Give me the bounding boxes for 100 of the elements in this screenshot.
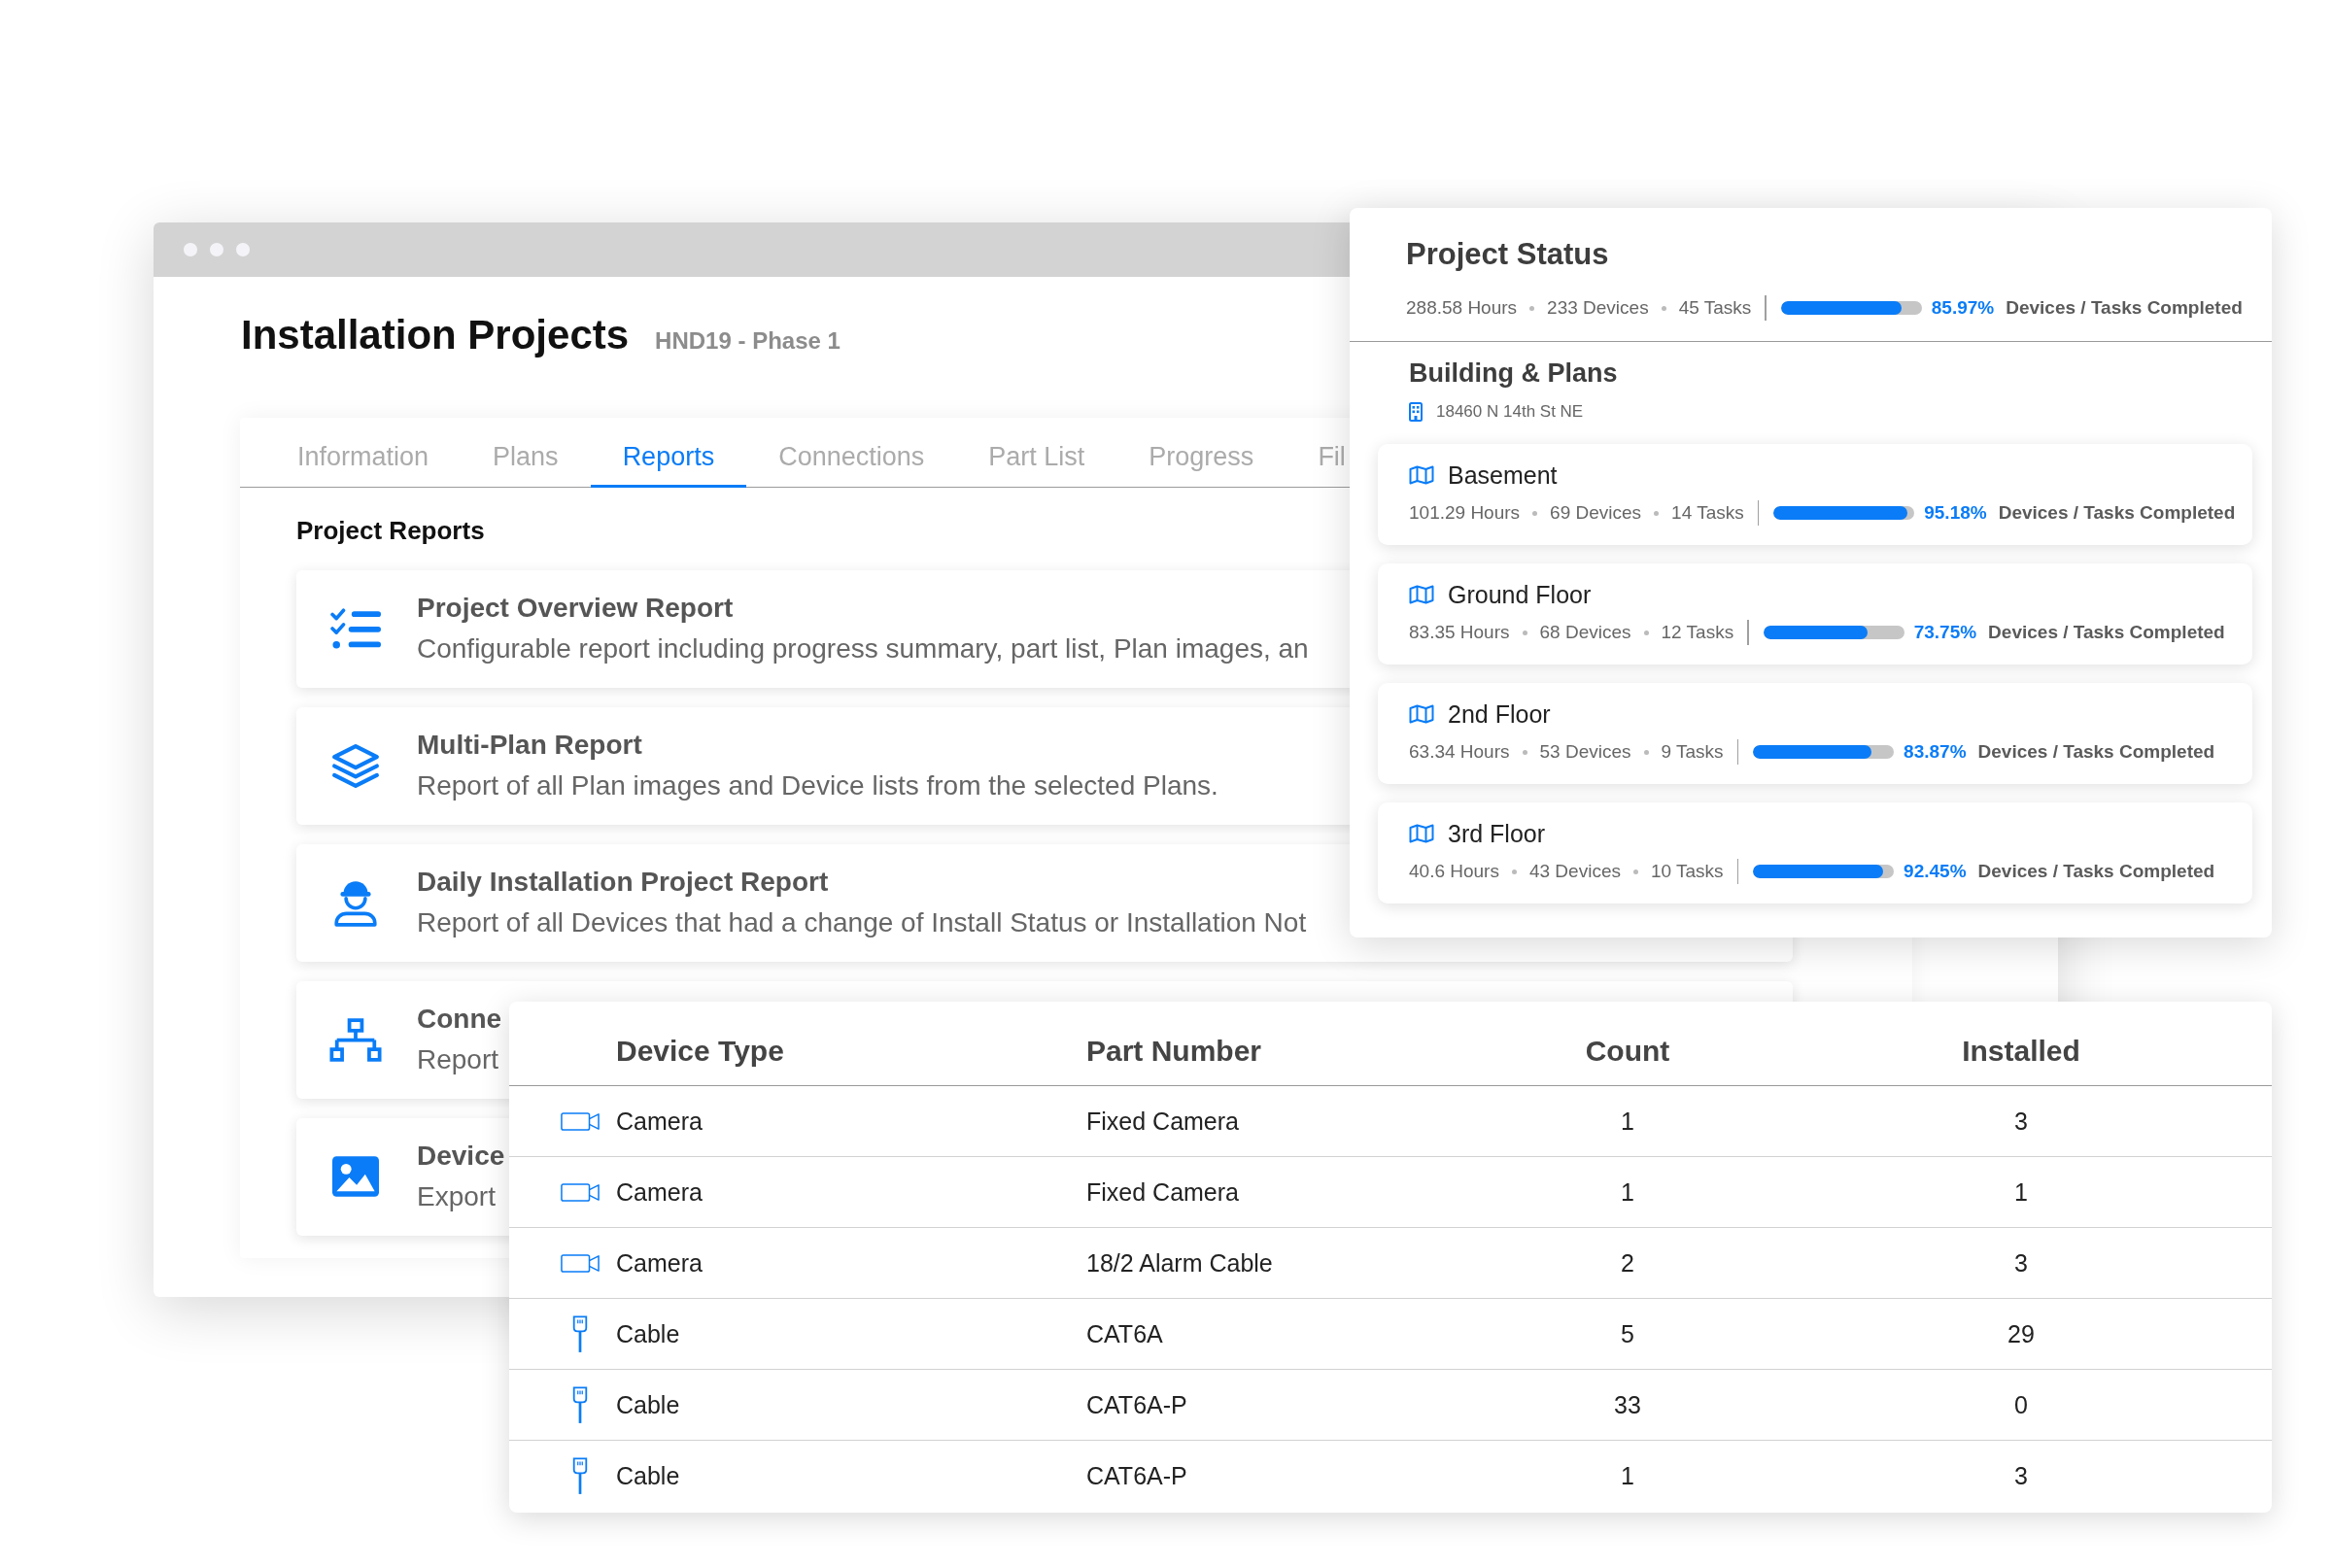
percent-complete: 73.75% (1913, 621, 1977, 644)
map-icon (1409, 585, 1434, 604)
table-cell-text: 3 (2013, 1461, 2029, 1490)
completion-label: Devices / Tasks Completed (1977, 860, 2215, 883)
table-cell-text: 33 (1613, 1390, 1642, 1419)
report-description: Report (417, 1042, 499, 1076)
report-title: Multi-Plan Report (417, 728, 642, 762)
window-control-icon[interactable] (184, 243, 197, 256)
video-camera-icon (561, 1252, 600, 1274)
tasks-stat: 10 Tasks (1650, 860, 1724, 883)
percent-complete: 83.87% (1904, 740, 1967, 764)
devices-stat: 68 Devices (1539, 621, 1631, 644)
tasks-stat: 14 Tasks (1671, 501, 1744, 525)
map-icon (1409, 704, 1434, 724)
tab[interactable]: Part List (956, 418, 1117, 488)
table-cell-text: 3 (2013, 1107, 2029, 1136)
table-cell-text: 1 (1620, 1177, 1635, 1207)
table-cell-text: CAT6A-P (1086, 1390, 1188, 1419)
window-control-icon[interactable] (236, 243, 250, 256)
devices-stat: 233 Devices (1547, 296, 1649, 320)
table-cell-text: 3 (2013, 1248, 2029, 1278)
tab[interactable]: Connections (746, 418, 957, 488)
report-title: Project Overview Report (417, 591, 734, 625)
building-icon (1409, 402, 1423, 422)
window-control-icon[interactable] (210, 243, 223, 256)
report-description: Export (417, 1179, 496, 1213)
address-text: 18460 N 14th St NE (1436, 401, 1584, 423)
checklist-icon (330, 608, 381, 649)
separator-dot-icon (1632, 869, 1638, 874)
tab[interactable]: Reports (590, 418, 747, 488)
table-cell-text: Fixed Camera (1086, 1107, 1240, 1136)
table-cell-text: Fixed Camera (1086, 1177, 1240, 1207)
report-title: Daily Installation Project Report (417, 865, 829, 899)
separator-dot-icon (1661, 305, 1666, 311)
completion-label: Devices / Tasks Completed (2006, 296, 2243, 320)
tasks-stat: 12 Tasks (1661, 621, 1734, 644)
separator-dot-icon (1522, 749, 1527, 755)
separator-dot-icon (1522, 630, 1527, 635)
hours-stat: 288.58 Hours (1406, 296, 1518, 320)
cable-plug-icon (571, 1385, 589, 1424)
column-header: Device Type (616, 1034, 785, 1069)
cable-plug-icon (571, 1456, 589, 1495)
section-title: Building & Plans (1409, 358, 1618, 390)
devices-stat: 53 Devices (1539, 740, 1631, 764)
tasks-stat: 45 Tasks (1678, 296, 1752, 320)
hours-stat: 40.6 Hours (1409, 860, 1499, 883)
map-icon (1409, 824, 1434, 843)
plan-name: Ground Floor (1448, 580, 1592, 610)
table-cell-text: CAT6A (1086, 1319, 1164, 1348)
report-title: Conne (417, 1002, 502, 1036)
report-description: Report of all Devices that had a change of Install Status or Installation Not (417, 905, 1307, 939)
devices-stat: 43 Devices (1528, 860, 1621, 883)
report-title: Device (417, 1139, 505, 1173)
project-subtitle: HND19 - Phase 1 (655, 327, 841, 355)
tab[interactable]: Progress (1116, 418, 1287, 488)
tab[interactable]: Plans (461, 418, 591, 488)
table-cell-text: Camera (616, 1107, 703, 1136)
column-header: Count (1584, 1034, 1671, 1069)
video-camera-icon (561, 1181, 600, 1203)
table-cell-text: Cable (616, 1390, 681, 1419)
completion-label: Devices / Tasks Completed (1988, 621, 2225, 644)
column-header: Installed (1961, 1034, 2081, 1069)
network-icon (329, 1017, 382, 1062)
image-icon (332, 1156, 379, 1197)
table-cell-text: 1 (1620, 1107, 1635, 1136)
percent-complete: 92.45% (1904, 860, 1967, 883)
hours-stat: 83.35 Hours (1409, 621, 1510, 644)
table-cell-text: Camera (616, 1177, 703, 1207)
table-cell-text: 0 (2013, 1390, 2029, 1419)
table-cell-text: Camera (616, 1248, 703, 1278)
tab[interactable]: Fil (1286, 418, 1350, 488)
completion-label: Devices / Tasks Completed (1998, 501, 2236, 525)
report-description: Report of all Plan images and Device lists from the selected Plans. (417, 768, 1218, 802)
cable-plug-icon (571, 1314, 589, 1353)
tab[interactable]: Information (265, 418, 462, 488)
percent-complete: 95.18% (1924, 501, 1987, 525)
plan-name: 2nd Floor (1448, 699, 1551, 730)
hours-stat: 63.34 Hours (1409, 740, 1510, 764)
page-title: Installation Projects (241, 311, 630, 359)
column-header: Part Number (1086, 1034, 1263, 1069)
table-cell-text: Cable (616, 1319, 681, 1348)
separator-dot-icon (1511, 869, 1517, 874)
table-cell-text: 2 (1620, 1248, 1635, 1278)
plan-name: 3rd Floor (1448, 819, 1546, 849)
separator-dot-icon (1654, 510, 1660, 516)
tasks-stat: 9 Tasks (1661, 740, 1724, 764)
separator-dot-icon (1643, 630, 1649, 635)
video-camera-icon (561, 1110, 600, 1132)
table-cell-text: 5 (1620, 1319, 1635, 1348)
separator-dot-icon (1643, 749, 1649, 755)
separator-dot-icon (1532, 510, 1538, 516)
map-icon (1409, 465, 1434, 485)
panel-title: Project Status (1406, 237, 1609, 272)
hours-stat: 101.29 Hours (1409, 501, 1521, 525)
report-description: Configurable report including progress summary, part list, Plan images, an (417, 631, 1309, 665)
table-cell-text: 18/2 Alarm Cable (1086, 1248, 1274, 1278)
plan-name: Basement (1448, 460, 1558, 491)
separator-dot-icon (1529, 305, 1535, 311)
table-cell-text: 1 (1620, 1461, 1635, 1490)
percent-complete: 85.97% (1931, 296, 1995, 320)
